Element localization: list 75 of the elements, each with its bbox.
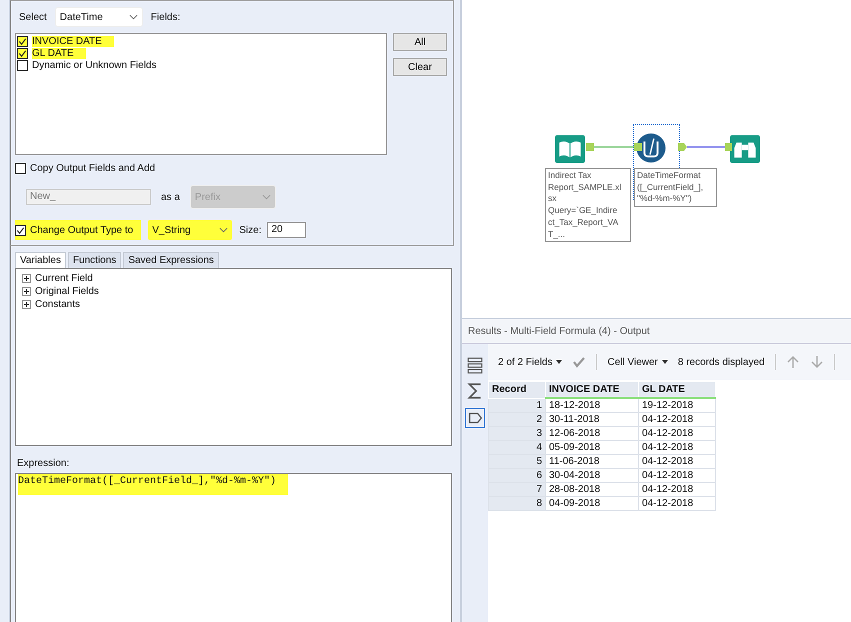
output-type-dropdown[interactable]: V_String: [147, 219, 234, 241]
table-cell: 04-12-2018: [638, 440, 716, 454]
node-annotation: Indirect Tax Report_SAMPLE.xl sx Query=`GE_Indire ct_Tax_Report_VA T_...: [545, 168, 631, 242]
chevron-icon: [219, 227, 228, 233]
table-cell: 04-12-2018: [638, 468, 716, 482]
tab[interactable]: Saved Expressions: [123, 252, 219, 268]
field-item[interactable]: INVOICE DATE: [17, 35, 385, 47]
table-cell: 6: [488, 468, 546, 482]
tab[interactable]: Variables: [15, 252, 66, 268]
beaker-icon[interactable]: [636, 133, 666, 163]
expression-editor[interactable]: DateTimeFormat([_CurrentField_],"%d-%m-%Y"): [15, 473, 452, 622]
connection-drawing: [678, 143, 732, 151]
field-item[interactable]: GL DATE: [17, 47, 385, 59]
tree-item[interactable]: Constants: [35, 299, 80, 310]
chevron-icon: [262, 194, 271, 200]
expand-icon[interactable]: [22, 274, 31, 283]
caret-icon[interactable]: [556, 360, 562, 364]
table-cell: 04-12-2018: [638, 454, 716, 468]
table-cell: 04-12-2018: [638, 482, 716, 496]
fields-menu[interactable]: 2 of 2 Fields: [498, 356, 552, 368]
cell-viewer-menu[interactable]: Cell Viewer: [607, 356, 658, 368]
table-cell: 04-12-2018: [638, 412, 716, 426]
checkbox[interactable]: [17, 60, 28, 70]
size-field[interactable]: 20: [267, 222, 306, 238]
table-cell: 05-09-2018: [546, 440, 638, 454]
type-dropdown[interactable]: DateTime: [54, 7, 143, 27]
table-cell: 19-12-2018: [638, 398, 716, 412]
copy-output-checkbox[interactable]: Copy Output Fields and Add: [15, 159, 449, 177]
results-title: Results - Multi-Field Formula (4) - Output: [462, 319, 851, 344]
table-cell: 30-11-2018: [546, 412, 638, 426]
book-icon[interactable]: [555, 133, 585, 163]
tab[interactable]: Functions: [68, 252, 122, 268]
change-type-checkbox[interactable]: Change Output Type to: [15, 220, 142, 240]
table-cell: 04-12-2018: [638, 496, 716, 510]
tree-item[interactable]: Original Fields: [35, 286, 99, 297]
checkmark-icon: [16, 226, 25, 234]
table-cell: 12-06-2018: [546, 426, 638, 440]
tree-item[interactable]: Current Field: [35, 273, 93, 284]
table-cell: 30-04-2018: [546, 468, 638, 482]
fields-label: Fields:: [150, 12, 180, 22]
expression-label: Expression:: [17, 458, 70, 469]
list-icon[interactable]: [466, 356, 484, 374]
table-cell: 18-12-2018: [546, 398, 638, 412]
column-header[interactable]: GL DATE: [638, 382, 716, 398]
checkmark-icon[interactable]: [572, 355, 586, 369]
records-count: 8 records displayed: [678, 356, 765, 368]
list-button[interactable]: All: [393, 33, 447, 51]
table-cell: 28-08-2018: [546, 482, 638, 496]
tag-icon[interactable]: [465, 408, 485, 428]
table-cell: 11-06-2018: [546, 454, 638, 468]
table-cell: 04-09-2018: [546, 496, 638, 510]
table-cell: 5: [488, 454, 546, 468]
select-label: Select: [19, 12, 47, 22]
expand-icon[interactable]: [22, 287, 31, 296]
checkbox[interactable]: [17, 48, 28, 58]
column-header[interactable]: INVOICE DATE: [546, 382, 638, 398]
expand-icon[interactable]: [22, 300, 31, 309]
list-button[interactable]: Clear: [393, 58, 447, 76]
table-cell: 7: [488, 482, 546, 496]
table-cell: 1: [488, 398, 546, 412]
connection-drawing: [586, 143, 642, 151]
column-header[interactable]: Record: [488, 382, 546, 398]
as-label: as a: [161, 192, 180, 202]
size-label: Size:: [239, 224, 262, 236]
checkbox[interactable]: [17, 36, 28, 46]
binoculars-icon[interactable]: [730, 133, 760, 163]
field-item[interactable]: Dynamic or Unknown Fields: [17, 59, 385, 71]
table-cell: 4: [488, 440, 546, 454]
table-cell: 8: [488, 496, 546, 510]
caret-icon[interactable]: [662, 360, 668, 364]
table-cell: 04-12-2018: [638, 426, 716, 440]
node-annotation: DateTimeFormat ([_CurrentField_], "%d-%m-%Y"): [634, 168, 717, 208]
table-cell: 3: [488, 426, 546, 440]
table-cell: 2: [488, 412, 546, 426]
chevron-icon: [128, 14, 138, 20]
